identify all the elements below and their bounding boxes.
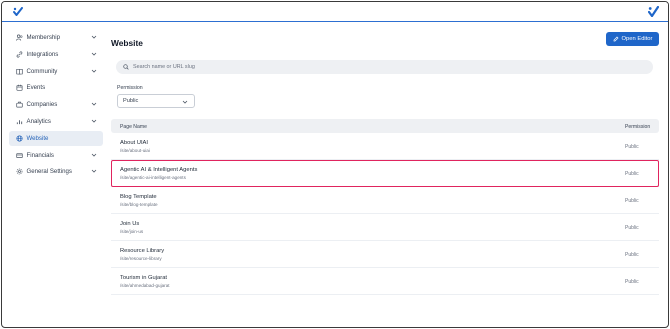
table-row[interactable]: Blog Template /site/blog-template Public [111,187,659,214]
sidebar-item-community[interactable]: Community [9,64,103,79]
chevron-down-icon [91,52,97,56]
chevron-down-icon [91,153,97,157]
page-permission: Public [625,225,639,231]
chevron-down-icon [91,102,97,106]
sidebar-item-label: General Settings [26,168,72,176]
chevron-down-icon [91,119,97,123]
page-slug: /site/agentic-ai-intelligent-agents [120,175,186,180]
sidebar-item-label: Financials [26,151,54,159]
book-icon [16,68,23,75]
table-row[interactable]: Tourism in Gujarat /site/ahmedabad-gujar… [111,268,659,295]
sidebar-item-analytics[interactable]: Analytics [9,114,103,129]
page-permission: Public [625,171,639,177]
link-icon [16,51,23,58]
globe-icon [16,135,23,142]
chevron-down-icon [182,100,188,104]
sidebar-item-label: Integrations [26,50,59,58]
permission-select[interactable]: Public [117,94,195,108]
page-name[interactable]: Blog Template [120,194,157,200]
top-bar [2,2,668,22]
sidebar-item-label: Events [26,84,46,92]
chevron-down-icon [91,170,97,173]
brand-logo-icon-right[interactable] [648,6,659,17]
gear-icon [16,168,23,175]
sidebar-item-label: Membership [26,34,61,41]
table-row[interactable]: About UIAI /site/about-uiai Public [111,133,659,160]
page-slug: /site/resource-library [120,256,162,261]
chevron-down-icon [91,35,97,39]
search-bar[interactable] [116,60,653,74]
page-slug: /site/about-uiai [120,148,150,153]
permission-value: Public [123,98,139,104]
page-title: Website [111,38,143,48]
sidebar-item-label: Companies [26,101,58,109]
sidebar-item-label: Community [26,67,58,75]
sidebar-item-integrations[interactable]: Integrations [9,47,103,62]
calendar-icon [16,84,23,92]
sidebar-item-events[interactable]: Events [9,80,103,95]
sidebar-item-membership[interactable]: Membership [9,30,103,45]
briefcase-icon [16,101,23,108]
page-slug: /site/blog-template [120,202,158,207]
brand-logo-icon[interactable] [13,7,23,16]
column-header-permission: Permission [625,123,651,130]
search-icon [123,64,129,70]
sidebar-item-general-settings[interactable]: General Settings [9,164,103,179]
page-name[interactable]: Join Us [120,221,139,227]
search-input[interactable] [133,64,633,70]
credit-card-icon [16,152,23,159]
page-name[interactable]: Tourism in Gujarat [120,275,167,281]
column-header-page-name: Page Name [120,123,147,130]
sidebar-item-financials[interactable]: Financials [9,148,103,163]
pages-table: Page Name Permission About UIAI /site/ab… [111,119,659,295]
users-icon [16,34,23,41]
table-row[interactable]: Resource Library /site/resource-library … [111,241,659,268]
page-name[interactable]: Resource Library [120,248,164,254]
page-permission: Public [625,252,639,258]
open-editor-button[interactable]: Open Editor [606,32,659,46]
page-name[interactable]: Agentic AI & Intelligent Agents [120,167,197,173]
table-row[interactable]: Agentic AI & Intelligent Agents /site/ag… [111,160,659,187]
edit-icon [613,36,619,42]
page-slug: /site/join-us [120,229,144,234]
sidebar-item-website[interactable]: Website [9,130,103,146]
page-permission: Public [625,198,639,204]
bar-chart-icon [16,118,23,125]
table-row[interactable]: Join Us /site/join-us Public [111,214,659,241]
open-editor-label: Open Editor [621,36,653,42]
page-permission: Public [625,279,639,285]
chevron-down-icon [91,69,97,73]
permission-label: Permission [117,85,143,91]
sidebar-item-label: Analytics [26,117,51,125]
page-name[interactable]: About UIAI [120,140,148,146]
sidebar: Membership Integrations Community Events… [9,30,103,181]
page-slug: /site/ahmedabad-gujarat [120,283,170,288]
sidebar-item-companies[interactable]: Companies [9,97,103,112]
table-header: Page Name Permission [111,119,659,133]
page-permission: Public [625,144,639,150]
sidebar-item-label: Website [26,134,49,142]
